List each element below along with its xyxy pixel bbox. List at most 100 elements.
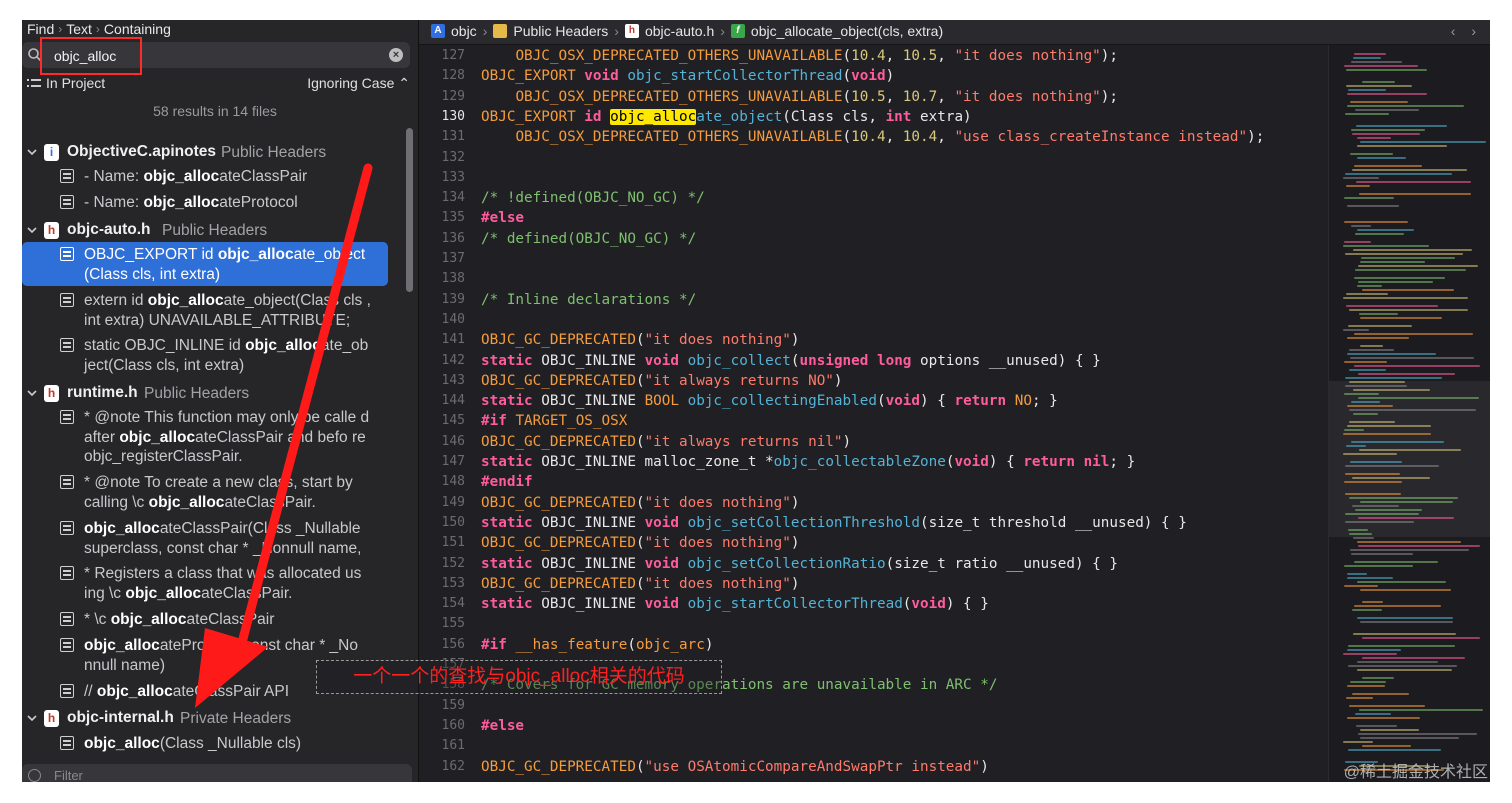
minimap-line	[1353, 389, 1430, 391]
project-icon: A	[431, 24, 445, 38]
minimap-line	[1345, 513, 1419, 515]
code-line[interactable]: 135 #else	[419, 208, 1328, 228]
code-line[interactable]: 159	[419, 696, 1328, 716]
result-item[interactable]: - Name: objc_allocateClassPair	[22, 167, 406, 189]
code-line[interactable]: 155	[419, 614, 1328, 634]
minimap-line	[1357, 669, 1452, 671]
code-line[interactable]: 149 OBJC_GC_DEPRECATED("it does nothing")	[419, 493, 1328, 513]
code-line[interactable]: 147 static OBJC_INLINE malloc_zone_t *obj…	[419, 452, 1328, 472]
code-line[interactable]: 162 OBJC_GC_DEPRECATED("use OSAtomicCompa…	[419, 757, 1328, 777]
code-line[interactable]: 140	[419, 310, 1328, 330]
result-item[interactable]: objc_allocateClassPair(Class _Nullable s…	[22, 519, 406, 561]
code-line[interactable]: 141 OBJC_GC_DEPRECATED("it does nothing")	[419, 330, 1328, 350]
breadcrumb-file[interactable]: objc-auto.h	[645, 23, 714, 39]
code-line[interactable]: 139 /* Inline declarations */	[419, 290, 1328, 310]
code-text: /* Inline declarations */	[481, 291, 697, 308]
result-item[interactable]: static OBJC_INLINE id objc_allocate_ob j…	[22, 336, 406, 378]
code-line[interactable]: 142 static OBJC_INLINE void objc_collect(…	[419, 351, 1328, 371]
code-text: static OBJC_INLINE BOOL objc_collectingE…	[481, 393, 1058, 410]
code-line[interactable]: 137	[419, 249, 1328, 269]
code-line[interactable]: 129 OBJC_OSX_DEPRECATED_OTHERS_UNAVAILAB…	[419, 87, 1328, 107]
code-line[interactable]: 131 OBJC_OSX_DEPRECATED_OTHERS_UNAVAILAB…	[419, 127, 1328, 147]
result-item[interactable]: extern id objc_allocate_object(Class cls…	[22, 291, 406, 333]
chevron-down-icon[interactable]	[27, 388, 37, 398]
code-line[interactable]: 132	[419, 148, 1328, 168]
breadcrumb-folder[interactable]: Public Headers	[513, 23, 608, 39]
result-item[interactable]: - Name: objc_allocateProtocol	[22, 193, 406, 215]
minimap-line	[1350, 357, 1474, 359]
line-result-icon	[60, 410, 74, 424]
clear-search-icon[interactable]: ×	[389, 48, 403, 62]
chevron-down-icon[interactable]	[27, 147, 37, 157]
result-group[interactable]: i ObjectiveC.apinotes Public Headers	[22, 142, 406, 166]
code-line[interactable]: 144 static OBJC_INLINE BOOL objc_collecti…	[419, 391, 1328, 411]
minimap-line	[1347, 717, 1420, 719]
minimap-line	[1348, 749, 1441, 751]
code-line[interactable]: 146 OBJC_GC_DEPRECATED("it always returns…	[419, 432, 1328, 452]
jump-bar-arrows[interactable]: ‹ ›	[1451, 23, 1482, 39]
minimap-line	[1357, 285, 1382, 287]
code-line[interactable]: 160 #else	[419, 716, 1328, 736]
breadcrumb-symbol[interactable]: objc_allocate_object(cls, extra)	[751, 23, 943, 39]
code-text: OBJC_GC_DEPRECATED("use OSAtomicCompareA…	[481, 758, 989, 775]
code-line[interactable]: 161	[419, 736, 1328, 756]
code-text: #else	[481, 717, 525, 734]
code-line[interactable]: 143 OBJC_GC_DEPRECATED("it always returns…	[419, 371, 1328, 391]
find-mode-text[interactable]: Text	[66, 21, 92, 37]
result-item[interactable]: * @note This function may only be calle …	[22, 408, 406, 470]
minimap-line	[1358, 517, 1454, 519]
filter-field[interactable]: Filter	[22, 764, 412, 782]
code-line[interactable]: 134 /* !defined(OBJC_NO_GC) */	[419, 188, 1328, 208]
result-group[interactable]: h objc-auto.h Public Headers	[22, 220, 406, 244]
scope-selector[interactable]: In Project	[46, 75, 105, 91]
minimap-line	[1345, 173, 1452, 175]
search-input[interactable]	[52, 45, 376, 67]
code-line[interactable]: 154 static OBJC_INLINE void objc_startCol…	[419, 594, 1328, 614]
jump-bar: A objc › Public Headers › h objc-auto.h …	[419, 20, 1490, 45]
result-group[interactable]: h objc-internal.h Private Headers	[22, 708, 406, 732]
result-item[interactable]: objc_alloc(Class _Nullable cls)	[22, 734, 406, 756]
navigator-scrollbar[interactable]	[406, 128, 413, 292]
chevron-down-icon[interactable]	[27, 225, 37, 235]
result-item[interactable]: * Registers a class that was allocated u…	[22, 564, 406, 606]
code-line[interactable]: 148 #endif	[419, 472, 1328, 492]
minimap-line	[1344, 585, 1378, 587]
line-number: 152	[441, 555, 465, 571]
code-line[interactable]: 145 #if TARGET_OS_OSX	[419, 411, 1328, 431]
result-item[interactable]: * \c objc_allocateClassPair	[22, 610, 406, 632]
chevron-down-icon[interactable]	[27, 713, 37, 723]
result-text: * @note This function may only be calle …	[84, 409, 370, 465]
minimap-line	[1358, 733, 1477, 735]
minimap-line	[1357, 541, 1461, 543]
result-group[interactable]: h runtime.h Public Headers	[22, 383, 406, 407]
code-line[interactable]: 138	[419, 269, 1328, 289]
code-line[interactable]: 133	[419, 168, 1328, 188]
code-line[interactable]: 150 static OBJC_INLINE void objc_setColle…	[419, 513, 1328, 533]
minimap-line	[1348, 665, 1457, 667]
minimap-line	[1358, 545, 1480, 547]
breadcrumb-project[interactable]: objc	[451, 23, 477, 39]
minimap-line	[1352, 169, 1467, 171]
code-line[interactable]: 152 static OBJC_INLINE void objc_setColle…	[419, 554, 1328, 574]
code-line[interactable]: 156 #if __has_feature(objc_arc)	[419, 635, 1328, 655]
find-mode-containing[interactable]: Containing	[104, 21, 171, 37]
minimap-line	[1347, 353, 1436, 355]
line-number: 137	[441, 251, 465, 266]
minimap-line	[1354, 277, 1445, 279]
minimap[interactable]	[1328, 45, 1490, 782]
line-number: 139	[441, 291, 465, 307]
case-sensitivity-selector[interactable]: Ignoring Case ⌃	[307, 75, 410, 92]
result-item[interactable]: * @note To create a new class, start by …	[22, 473, 406, 515]
code-line[interactable]: 130 OBJC_EXPORT id objc_allocate_object(C…	[419, 107, 1328, 127]
search-field[interactable]: ×	[22, 42, 410, 68]
minimap-line	[1343, 653, 1397, 655]
find-mode-find[interactable]: Find	[27, 21, 54, 37]
code-line[interactable]: 127 OBJC_OSX_DEPRECATED_OTHERS_UNAVAILAB…	[419, 46, 1328, 66]
code-line[interactable]: 136 /* defined(OBJC_NO_GC) */	[419, 229, 1328, 249]
line-result-icon	[60, 338, 74, 352]
minimap-line	[1352, 505, 1399, 507]
code-line[interactable]: 151 OBJC_GC_DEPRECATED("it does nothing")	[419, 533, 1328, 553]
code-line[interactable]: 153 OBJC_GC_DEPRECATED("it does nothing")	[419, 574, 1328, 594]
code-line[interactable]: 128 OBJC_EXPORT void objc_startCollectorT…	[419, 66, 1328, 86]
result-item-selected[interactable]: OBJC_EXPORT id objc_allocate_object (Cla…	[22, 242, 388, 286]
